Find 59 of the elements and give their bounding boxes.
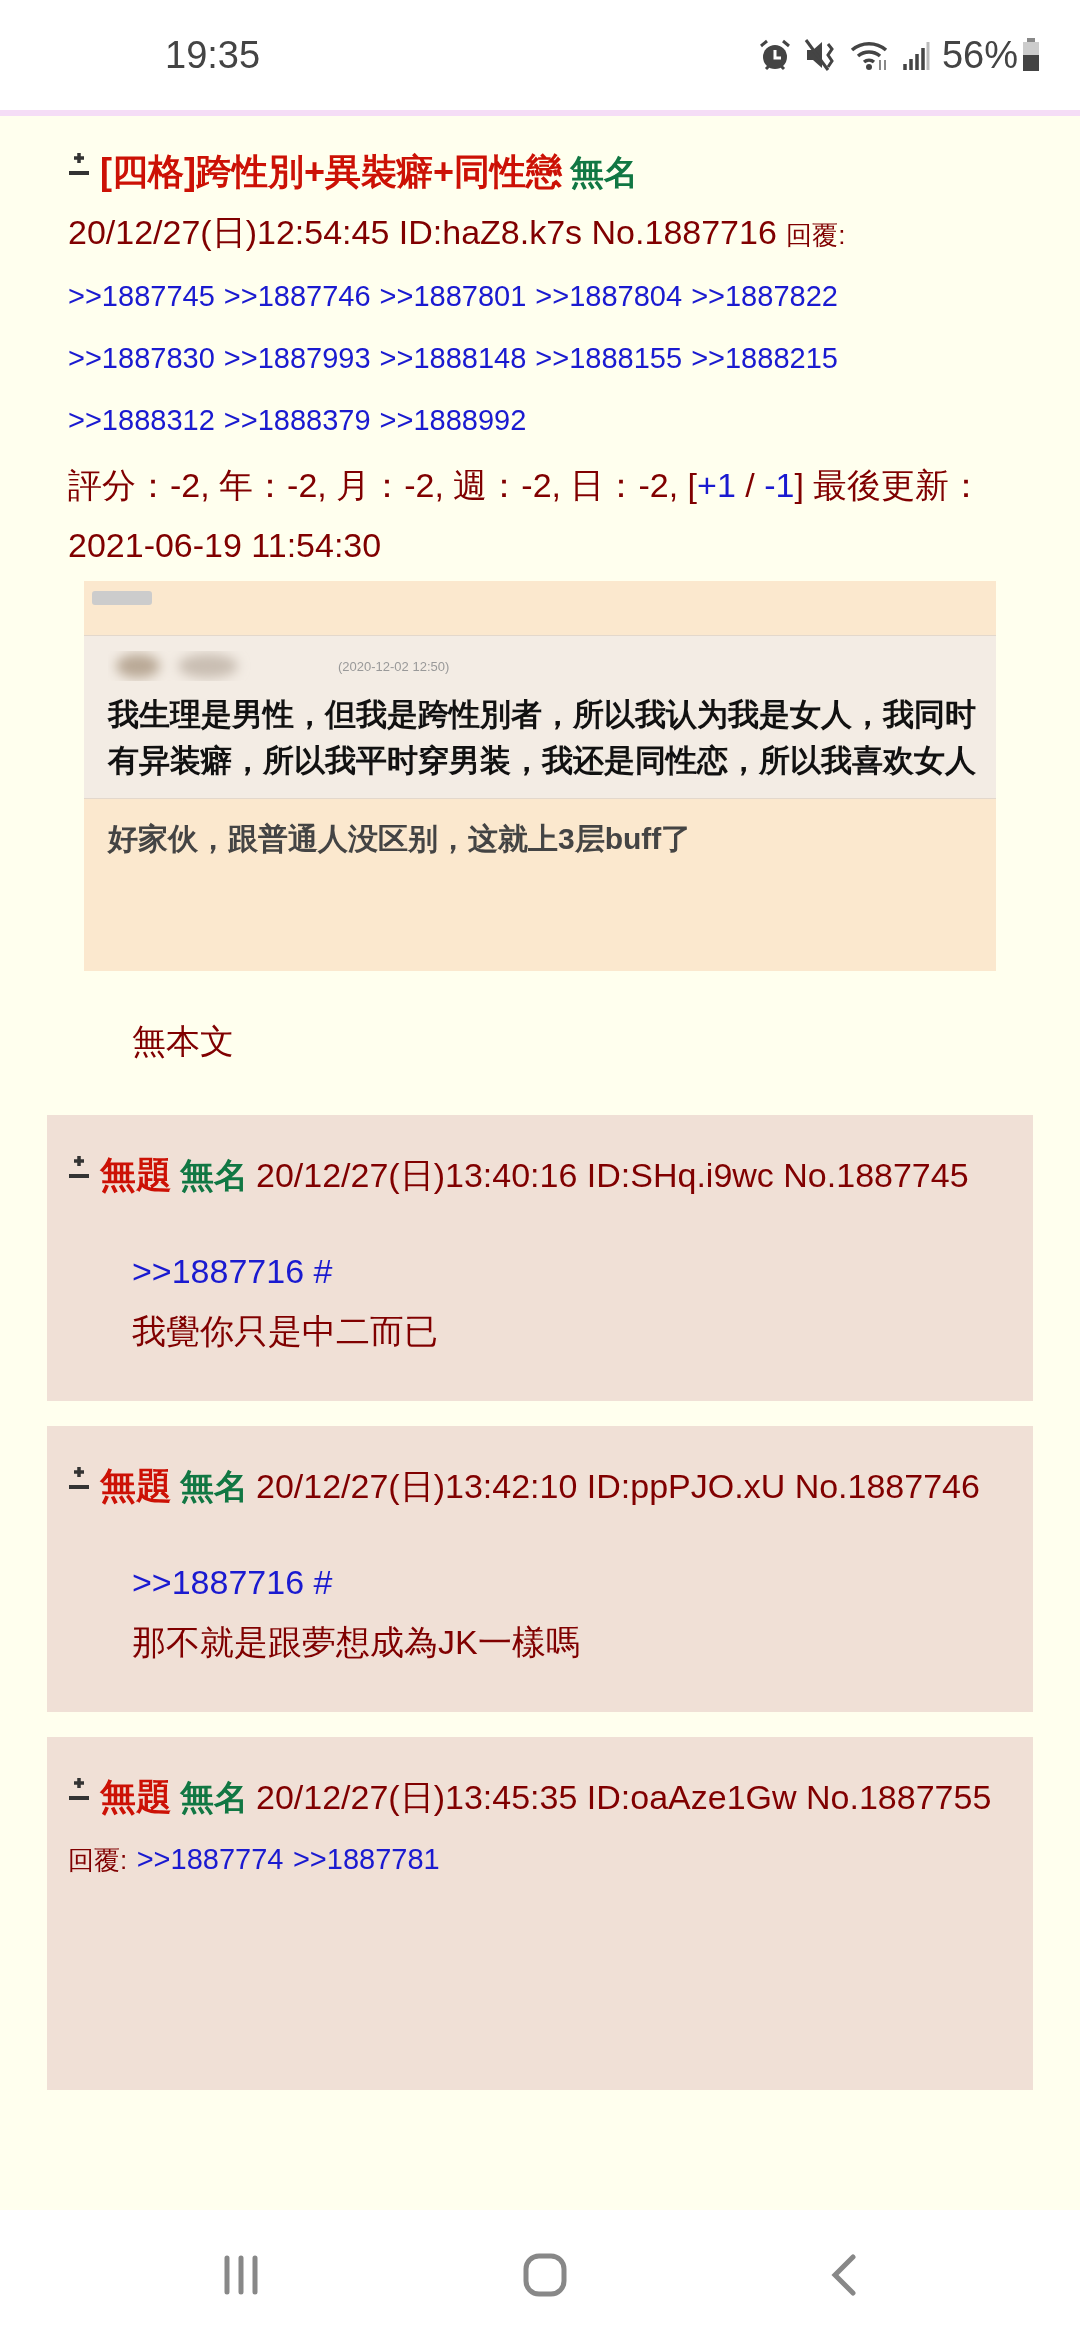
post-datetime: 20/12/27(日)13:40:16 [256,1156,578,1194]
thread-title: [四格]跨性別+異裝癖+同性戀 [100,151,563,192]
replies-label: 回覆: [68,1845,128,1875]
clock-time: 19:35 [165,33,261,77]
reply-link[interactable]: >>1887804 [535,265,683,327]
screenshot-timestamp: (2020-12-02 12:50) [338,658,450,674]
poster-id: ID:ppPJO.xU [586,1467,786,1505]
post-datetime: 20/12/27(日)13:45:35 [256,1778,578,1816]
reply-link[interactable]: >>1888148 [379,327,527,389]
alarm-icon [757,38,792,72]
post-title: 無題 [100,1154,172,1195]
post-number[interactable]: No.1887745 [783,1156,969,1194]
reaction-badge-icon [92,591,152,605]
reply-link[interactable]: >>1888379 [223,389,371,451]
reply-link[interactable]: >>1887781 [292,1843,440,1875]
screenshot-comment: 好家伙，跟普通人没区别，这就上3层buff了 [106,821,693,857]
post-title: 無題 [100,1776,172,1817]
post-number[interactable]: No.1887755 [806,1778,992,1816]
reply-link[interactable]: >>1888155 [535,327,683,389]
reply-link[interactable]: >>1887822 [691,265,838,327]
post-body: 無本文 [132,1021,235,1062]
post-number[interactable]: No.1887746 [794,1467,980,1505]
reply-link[interactable]: >>1887746 [223,265,371,327]
post-number[interactable]: No.1887716 [591,213,777,251]
poster-id: ID:SHq.i9wc [586,1156,774,1194]
expand-toggle-icon[interactable] [68,1155,90,1181]
battery-percentage: 56% [941,33,1018,77]
poster-id: ID:oaAze1Gw [586,1778,797,1816]
poster-name: 無名 [570,153,639,191]
reply-text: 我覺你只是中二而已 [132,1312,438,1350]
quote-link[interactable]: >>1887716 # [132,1252,333,1290]
post-datetime: 20/12/27(日)12:54:45 [68,213,390,251]
replies-label: 回覆: [786,220,846,250]
expand-toggle-icon[interactable] [68,1466,90,1492]
poster-name: 無名 [180,1778,248,1816]
reply-link[interactable]: >>1887745 [68,265,215,327]
reply-link[interactable]: >>1888992 [379,389,527,451]
poster-name: 無名 [180,1467,248,1505]
post-datetime: 20/12/27(日)13:42:10 [256,1467,578,1505]
expand-toggle-icon[interactable] [68,152,90,178]
reply-link[interactable]: >>1888312 [68,389,215,451]
expand-toggle-icon[interactable] [68,1777,90,1803]
rating-line: 評分：-2, 年：-2, 月：-2, 週：-2, 日：-2, [+1 / -1] 最後更新：2021-06-19 11:54:30 [68,465,985,566]
poster-id: ID:haZ8.k7s [398,213,583,251]
poster-name: 無名 [180,1156,248,1194]
battery-icon [1022,38,1040,72]
reply-link[interactable]: >>1887993 [223,327,371,389]
screenshot-post-text: 我生理是男性，但我是跨性別者，所以我认为我是女人，我同时有异装癖，所以我平时穿男装，我还是同性恋，所以我喜欢女人 [108,696,977,780]
back-icon[interactable] [829,2253,859,2297]
reply-link[interactable]: >>1888215 [691,327,838,389]
reply-text: 那不就是跟夢想成為JK一樣嗎 [132,1623,580,1661]
post-title: 無題 [100,1465,172,1506]
upvote-link[interactable]: +1 [697,466,736,504]
downvote-link[interactable]: -1 [764,466,795,504]
reply-link[interactable]: >>1887830 [68,327,215,389]
reply-link[interactable]: >>1887774 [136,1843,284,1875]
reply-link[interactable]: >>1887801 [379,265,527,327]
home-icon[interactable] [523,2253,567,2297]
quote-link[interactable]: >>1887716 # [132,1563,333,1601]
